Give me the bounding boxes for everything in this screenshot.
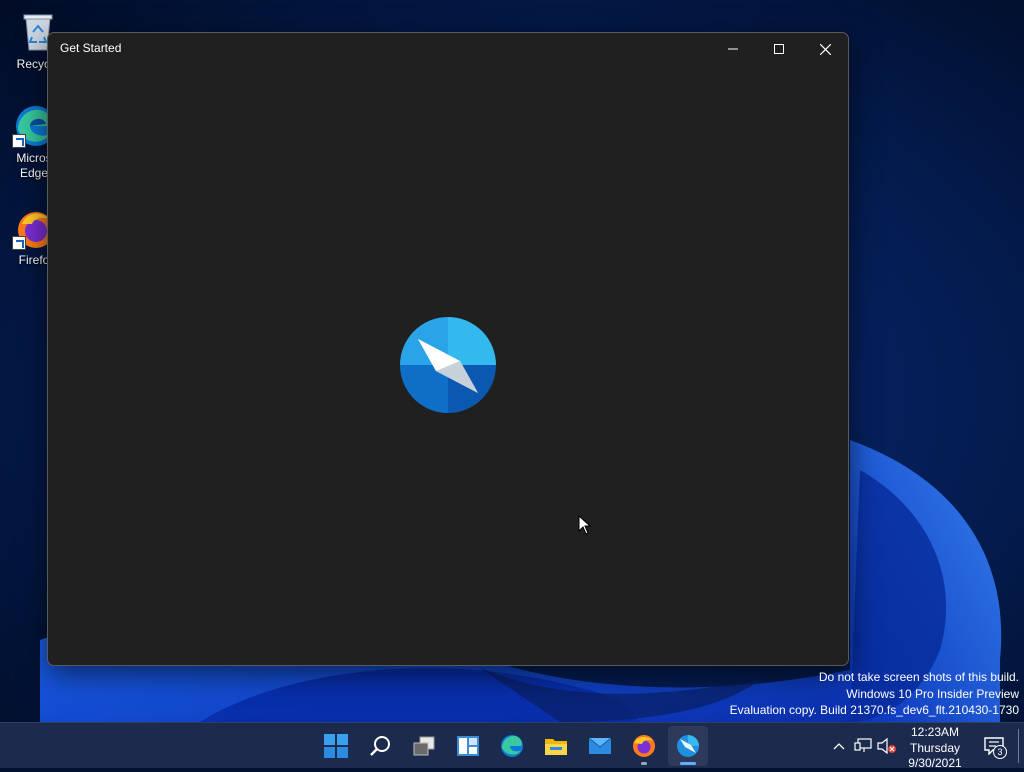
maximize-icon — [774, 44, 784, 54]
network-button[interactable] — [852, 723, 874, 769]
watermark-line: Do not take screen shots of this build. — [818, 670, 1019, 684]
show-hidden-icons-button[interactable] — [829, 723, 849, 769]
close-button[interactable] — [802, 33, 848, 65]
window-titlebar[interactable]: Get Started — [48, 33, 848, 65]
active-indicator — [680, 762, 696, 765]
notification-count-badge: 3 — [993, 745, 1007, 759]
edge-taskbar-button[interactable] — [492, 726, 532, 766]
search-icon — [370, 736, 390, 756]
firefox-taskbar-button[interactable] — [624, 726, 664, 766]
windows-start-icon — [324, 734, 348, 758]
build-watermark: Do not take screen shots of this build. … — [730, 669, 1019, 719]
mail-icon — [588, 737, 612, 754]
edge-icon — [501, 735, 523, 757]
get-started-taskbar-button[interactable] — [668, 726, 708, 766]
chevron-up-icon — [833, 743, 845, 750]
show-desktop-button[interactable] — [1018, 729, 1019, 763]
get-started-compass-icon — [677, 735, 699, 757]
widgets-button[interactable] — [448, 726, 488, 766]
watermark-line: Evaluation copy. Build 21370.fs_dev6_flt… — [729, 703, 1019, 717]
widgets-icon — [457, 736, 479, 756]
task-view-button[interactable] — [404, 726, 444, 766]
volume-muted-icon — [877, 738, 896, 754]
clock-date: 9/30/2021 — [908, 756, 962, 770]
clock[interactable]: 12:23AM Thursday 9/30/2021 — [896, 725, 974, 772]
minimize-icon — [728, 48, 738, 50]
folder-icon — [545, 739, 567, 755]
clock-time: 12:23AM — [910, 725, 960, 739]
file-explorer-button[interactable] — [536, 726, 576, 766]
mail-button[interactable] — [580, 726, 620, 766]
shortcut-arrow-icon — [12, 134, 26, 148]
task-view-icon — [413, 736, 435, 756]
search-button[interactable] — [360, 726, 400, 766]
taskbar: 12:23AM Thursday 9/30/2021 3 — [0, 722, 1024, 770]
clock-day: Thursday — [909, 740, 961, 755]
start-button[interactable] — [316, 726, 356, 766]
running-indicator — [641, 762, 647, 765]
maximize-button[interactable] — [756, 33, 802, 65]
window-title: Get Started — [60, 41, 122, 55]
shortcut-arrow-icon — [12, 236, 26, 250]
firefox-icon — [633, 735, 655, 757]
mouse-cursor-icon — [578, 515, 591, 535]
watermark-line: Windows 10 Pro Insider Preview — [846, 686, 1019, 701]
get-started-compass-icon — [400, 317, 496, 413]
minimize-button[interactable] — [710, 33, 756, 65]
close-icon — [819, 43, 831, 55]
network-icon — [854, 738, 872, 752]
get-started-window[interactable]: Get Started — [47, 32, 849, 666]
volume-button[interactable] — [876, 723, 898, 769]
